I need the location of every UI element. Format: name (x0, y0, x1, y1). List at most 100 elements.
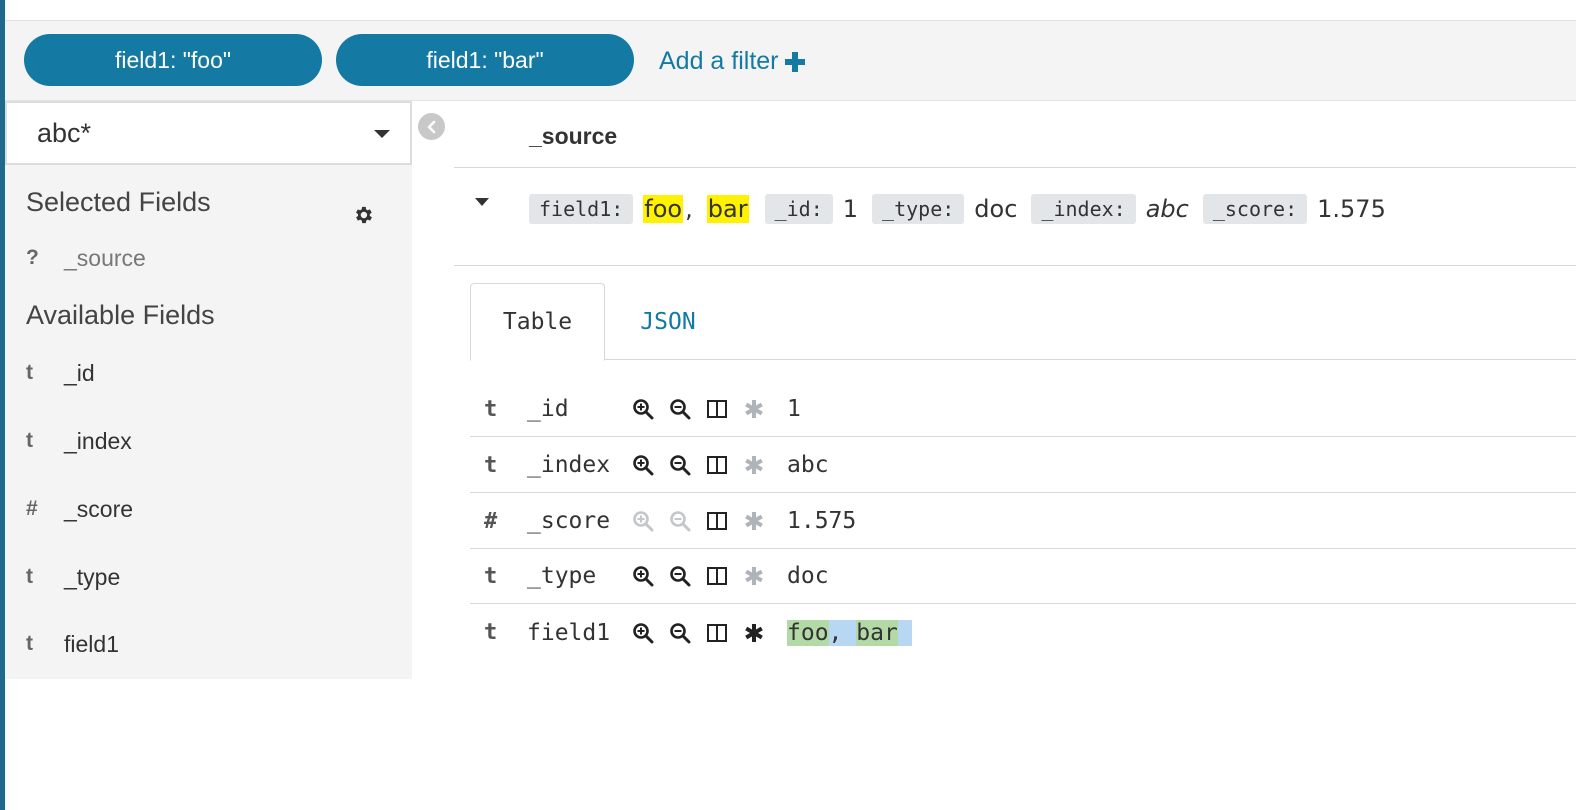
sidebar-field-type[interactable]: t _type (26, 557, 120, 597)
source-column-header: _source (529, 123, 618, 149)
field-type-icon: ? (26, 246, 39, 269)
add-filter-label: Add a filter (659, 47, 779, 75)
filter-for-value-icon[interactable] (632, 454, 654, 476)
field-name: _index (64, 427, 132, 454)
table-row: t field1 foo, bar (470, 605, 1576, 660)
table-row: t _index abc (470, 438, 1576, 493)
summary-key: _score: (1202, 194, 1308, 224)
tab-json[interactable]: JSON (618, 283, 718, 360)
filter-out-value-icon[interactable] (669, 622, 691, 644)
sidebar-field-index[interactable]: t _index (26, 421, 132, 461)
field-value: 1 (787, 396, 801, 422)
summary-value: doc (974, 195, 1018, 223)
summary-key: _type: (872, 194, 965, 224)
filter-pill-label: field1: "foo" (114, 46, 232, 73)
plus-icon (784, 51, 805, 72)
summary-value: 1.575 (1317, 195, 1386, 223)
divider (454, 265, 1576, 266)
highlight-foo: foo (643, 195, 684, 223)
table-row: # _score 1.575 (470, 494, 1576, 549)
filter-for-value-icon[interactable] (632, 622, 654, 644)
selection-foo: foo (787, 619, 829, 646)
filter-exists-icon[interactable] (743, 510, 765, 532)
filter-pill-bar[interactable]: field1: "bar" (336, 34, 634, 86)
field-name: _score (527, 508, 611, 534)
field-name: _source (64, 244, 146, 271)
field-type-icon: t (484, 452, 498, 478)
summary-value: abc (1145, 195, 1189, 223)
filter-exists-icon[interactable] (743, 565, 765, 587)
field-name: _type (64, 563, 121, 590)
field-type-icon: # (26, 497, 38, 520)
summary-key: field1: (529, 194, 634, 224)
field-sidebar: abc* Selected Fields ? _source Available… (5, 101, 412, 679)
sidebar-field-source[interactable]: ? _source (26, 238, 146, 278)
toggle-column-icon[interactable] (706, 398, 728, 420)
collapse-sidebar-button[interactable] (418, 113, 445, 140)
field-type-icon: t (26, 361, 33, 384)
filter-out-value-icon[interactable] (669, 398, 691, 420)
field-name: field1 (64, 630, 119, 657)
selection-separator: , (828, 619, 857, 646)
field-type-icon: t (26, 429, 33, 452)
summary-separator: , (685, 195, 693, 223)
toggle-column-icon[interactable] (706, 510, 728, 532)
divider (454, 167, 1576, 168)
add-filter-button[interactable]: Add a filter (659, 47, 805, 76)
collapse-row-caret-icon[interactable] (475, 198, 489, 206)
selected-fields-title: Selected Fields (26, 187, 211, 217)
filter-for-value-icon[interactable] (632, 398, 654, 420)
filter-for-value-icon[interactable] (632, 565, 654, 587)
filter-out-value-icon[interactable] (669, 454, 691, 476)
field-value: abc (787, 452, 829, 478)
summary-value: 1 (842, 195, 859, 223)
filter-pill-label: field1: "bar" (426, 46, 544, 73)
filter-exists-icon[interactable] (743, 622, 765, 644)
chevron-down-icon (374, 130, 390, 138)
field-value: 1.575 (787, 508, 857, 534)
filter-pill-foo[interactable]: field1: "foo" (24, 34, 322, 86)
filter-bar: field1: "foo" field1: "bar" Add a filter (5, 21, 1576, 101)
summary-key: _id: (764, 194, 833, 224)
filter-exists-icon[interactable] (743, 454, 765, 476)
index-pattern-select[interactable]: abc* (5, 101, 412, 165)
doc-summary-row: field1: foo, bar _id: 1 _type: doc _index… (529, 192, 1400, 226)
tab-table[interactable]: Table (470, 283, 605, 361)
sidebar-field-field1[interactable]: t field1 (26, 624, 119, 664)
summary-key: _index: (1031, 194, 1136, 224)
toggle-column-icon[interactable] (706, 622, 728, 644)
filter-out-value-icon-disabled (670, 511, 691, 532)
field-type-icon: t (26, 632, 33, 655)
filter-exists-icon[interactable] (743, 398, 765, 420)
top-bar (5, 0, 1576, 21)
field-type-icon: t (484, 563, 498, 589)
field-value: foo, bar (787, 619, 912, 646)
sidebar-field-id[interactable]: t _id (26, 353, 95, 393)
gear-icon[interactable] (352, 204, 374, 226)
field-name: _score (64, 495, 134, 522)
table-row: t _id 1 (470, 382, 1576, 437)
field-name: _id (527, 396, 569, 422)
sidebar-field-score[interactable]: # _score (26, 489, 133, 529)
doc-viewer-tabs: Table JSON (470, 283, 1576, 361)
summary-value: foo, bar (643, 195, 749, 223)
field-name: field1 (527, 619, 611, 646)
toggle-column-icon[interactable] (706, 565, 728, 587)
selection-trailing (897, 619, 912, 646)
field-type-icon: t (484, 396, 498, 422)
available-fields-title: Available Fields (26, 300, 215, 330)
field-value: doc (787, 563, 829, 589)
field-type-icon: t (26, 565, 33, 588)
chevron-left-icon (427, 120, 435, 133)
field-type-icon: # (484, 508, 498, 534)
field-type-icon: t (484, 620, 498, 645)
field-name: _id (64, 359, 95, 386)
field-name: _type (527, 563, 597, 589)
highlight-bar: bar (706, 195, 749, 223)
table-row: t _type doc (470, 549, 1576, 604)
filter-for-value-icon-disabled (633, 511, 654, 532)
toggle-column-icon[interactable] (706, 454, 728, 476)
index-pattern-label: abc* (37, 117, 92, 148)
selection-bar: bar (856, 619, 898, 646)
filter-out-value-icon[interactable] (669, 565, 691, 587)
